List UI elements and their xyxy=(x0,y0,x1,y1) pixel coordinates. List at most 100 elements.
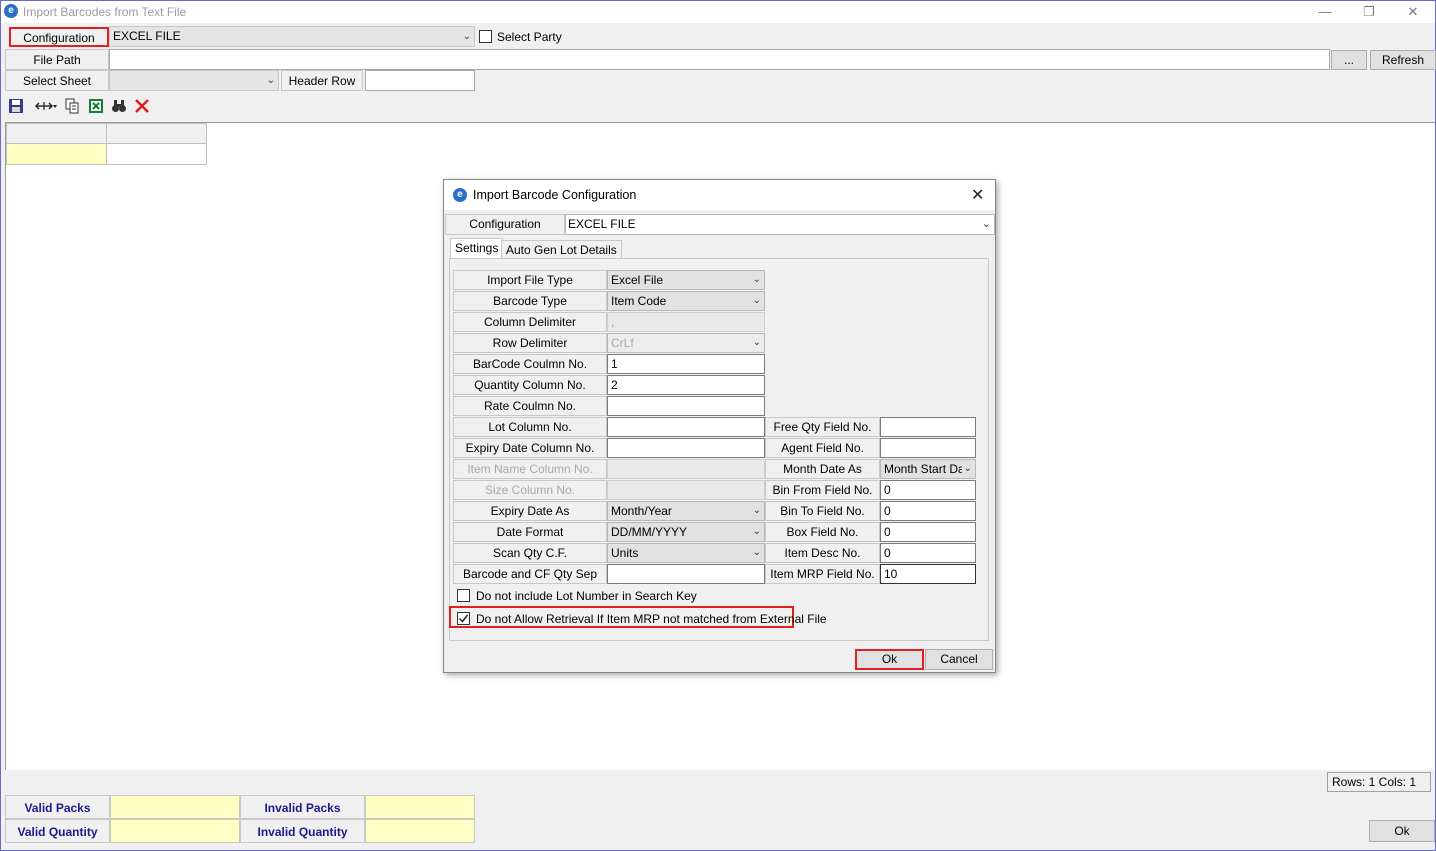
chevron-down-icon: ⌄ xyxy=(752,526,761,537)
field-input[interactable] xyxy=(607,438,765,458)
field-label: Month Date As xyxy=(765,459,880,479)
field-input[interactable]: 0 xyxy=(880,480,976,500)
configuration-label: Configuration xyxy=(9,27,109,47)
delete-icon[interactable] xyxy=(134,98,150,114)
app-logo-icon: e xyxy=(453,188,467,202)
chevron-down-icon: ⌄ xyxy=(462,31,471,42)
app-logo-icon: e xyxy=(4,4,18,18)
field-dropdown[interactable]: Month/Year ⌄ xyxy=(607,501,765,521)
dialog-ok-button[interactable]: Ok xyxy=(855,649,924,670)
chevron-down-icon: ⌄ xyxy=(752,337,761,348)
field-input[interactable]: 0 xyxy=(880,501,976,521)
field-value: Excel File xyxy=(611,273,664,287)
title-bar: e Import Barcodes from Text File — ❐ ✕ xyxy=(1,1,1435,23)
chevron-down-icon: ⌄ xyxy=(752,505,761,516)
invalid-packs-label: Invalid Packs xyxy=(240,795,365,819)
field-label: Agent Field No. xyxy=(765,438,880,458)
field-input[interactable]: 0 xyxy=(880,543,976,563)
grid-cell[interactable] xyxy=(6,143,107,165)
file-path-label: File Path xyxy=(5,49,109,70)
file-path-input[interactable] xyxy=(109,49,1330,70)
field-label: Item Name Column No. xyxy=(453,459,607,479)
column-width-icon[interactable] xyxy=(35,98,57,114)
select-sheet-dropdown[interactable]: ⌄ xyxy=(109,70,279,91)
field-input[interactable]: 2 xyxy=(607,375,765,395)
tab-settings[interactable]: Settings xyxy=(450,238,504,258)
field-label: Scan Qty C.F. xyxy=(453,543,607,563)
window-title: Import Barcodes from Text File xyxy=(23,5,187,19)
select-sheet-label: Select Sheet xyxy=(5,70,109,91)
chevron-down-icon: ⌄ xyxy=(752,274,761,285)
field-value: Units xyxy=(611,546,639,560)
field-value: Month Start Da xyxy=(884,462,965,476)
valid-packs-value xyxy=(110,795,240,819)
field-dropdown[interactable]: Month Start Da ⌄ xyxy=(880,459,976,479)
field-label: Row Delimiter xyxy=(453,333,607,353)
field-input[interactable]: 10 xyxy=(880,564,976,584)
copy-icon[interactable] xyxy=(64,98,80,114)
field-label: Box Field No. xyxy=(765,522,880,542)
field-label: Barcode Type xyxy=(453,291,607,311)
field-dropdown: CrLf ⌄ xyxy=(607,333,765,353)
field-value: CrLf xyxy=(611,336,634,350)
refresh-button[interactable]: Refresh xyxy=(1370,50,1436,70)
find-icon[interactable] xyxy=(111,98,127,114)
field-label: Size Column No. xyxy=(453,480,607,500)
grid-header-cell xyxy=(106,123,207,144)
dialog-close-button[interactable]: ✕ xyxy=(971,185,984,205)
field-input[interactable] xyxy=(607,417,765,437)
header-row-label: Header Row xyxy=(281,70,363,91)
field-label: Expiry Date Column No. xyxy=(453,438,607,458)
field-input[interactable] xyxy=(880,438,976,458)
minimize-button[interactable]: — xyxy=(1303,2,1347,22)
restore-button[interactable]: ❐ xyxy=(1347,2,1391,22)
dialog-title: Import Barcode Configuration xyxy=(473,188,637,202)
field-input[interactable] xyxy=(607,564,765,584)
do-not-allow-retrieval-checkbox[interactable] xyxy=(457,612,470,625)
field-label: Item Desc No. xyxy=(765,543,880,563)
field-label: Date Format xyxy=(453,522,607,542)
excel-icon[interactable] xyxy=(88,98,104,114)
field-label: Barcode and CF Qty Sep xyxy=(453,564,607,584)
field-input[interactable] xyxy=(880,417,976,437)
field-label: Item MRP Field No. xyxy=(765,564,880,584)
field-value: Item Code xyxy=(611,294,667,308)
field-input[interactable]: 1 xyxy=(607,354,765,374)
chevron-down-icon: ⌄ xyxy=(981,218,991,230)
field-label: Rate Coulmn No. xyxy=(453,396,607,416)
field-dropdown[interactable]: Item Code ⌄ xyxy=(607,291,765,311)
select-party-label: Select Party xyxy=(497,30,562,44)
dialog-configuration-label: Configuration xyxy=(445,214,565,235)
valid-packs-label: Valid Packs xyxy=(5,795,110,819)
browse-button[interactable]: ... xyxy=(1331,50,1367,70)
tab-auto-gen-lot-details[interactable]: Auto Gen Lot Details xyxy=(501,240,622,260)
do-not-include-lot-label: Do not include Lot Number in Search Key xyxy=(476,589,697,603)
field-input: , xyxy=(607,312,765,332)
dialog-configuration-select[interactable]: EXCEL FILE ⌄ xyxy=(565,214,995,235)
field-dropdown[interactable]: DD/MM/YYYY ⌄ xyxy=(607,522,765,542)
field-label: Bin To Field No. xyxy=(765,501,880,521)
invalid-quantity-label: Invalid Quantity xyxy=(240,819,365,843)
field-label: Lot Column No. xyxy=(453,417,607,437)
select-party-checkbox[interactable] xyxy=(479,30,492,43)
grid-cell[interactable] xyxy=(106,143,207,165)
field-dropdown[interactable]: Units ⌄ xyxy=(607,543,765,563)
dialog-cancel-button[interactable]: Cancel xyxy=(925,649,993,670)
do-not-allow-retrieval-label: Do not Allow Retrieval If Item MRP not m… xyxy=(476,612,827,626)
close-button[interactable]: ✕ xyxy=(1391,2,1435,22)
field-input xyxy=(607,459,765,479)
field-input[interactable]: 0 xyxy=(880,522,976,542)
field-label: Column Delimiter xyxy=(453,312,607,332)
chevron-down-icon: ⌄ xyxy=(266,75,275,86)
field-label: Quantity Column No. xyxy=(453,375,607,395)
field-label: Import File Type xyxy=(453,270,607,290)
configuration-select[interactable]: EXCEL FILE ⌄ xyxy=(109,26,475,47)
header-row-input[interactable] xyxy=(365,70,475,91)
rows-cols-status: Rows: 1 Cols: 1 xyxy=(1327,772,1431,792)
save-icon[interactable] xyxy=(8,98,24,114)
main-ok-button[interactable]: Ok xyxy=(1369,820,1435,842)
do-not-include-lot-checkbox[interactable] xyxy=(457,589,470,602)
field-label: Free Qty Field No. xyxy=(765,417,880,437)
field-dropdown[interactable]: Excel File ⌄ xyxy=(607,270,765,290)
field-input[interactable] xyxy=(607,396,765,416)
